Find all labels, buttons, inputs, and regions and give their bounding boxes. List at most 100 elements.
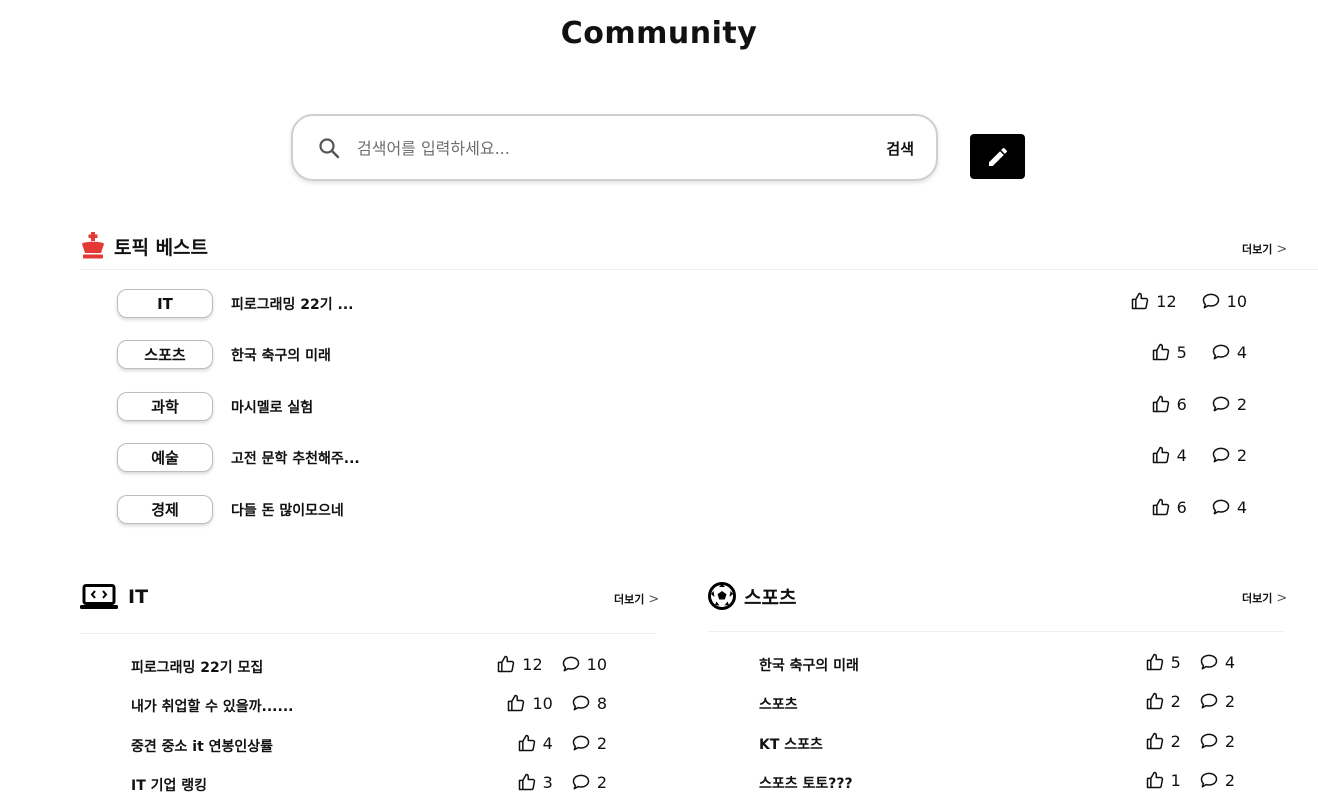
sports-section-title: 스포츠 (744, 586, 797, 609)
like-count: 6 (1151, 394, 1187, 414)
list-item[interactable]: KT 스포츠 2 2 (759, 731, 1235, 757)
post-stats: 54 (1151, 342, 1247, 362)
comment-count: 8 (571, 693, 607, 713)
post-title[interactable]: IT 기업 랭킹 (131, 775, 207, 795)
thumbs-up-icon[interactable] (496, 654, 516, 674)
comment-count: 10 (1201, 291, 1247, 311)
category-tag[interactable]: 예술 (117, 443, 213, 472)
comment-count: 2 (571, 733, 607, 753)
post-stats: 12 (1145, 770, 1235, 790)
like-count: 2 (1145, 731, 1181, 751)
comment-icon[interactable] (1201, 291, 1221, 311)
like-count: 5 (1151, 342, 1187, 362)
it-more-link[interactable]: 더보기 > (614, 591, 659, 607)
post-title[interactable]: 다들 돈 많이모으네 (231, 500, 344, 520)
comment-icon[interactable] (1199, 652, 1219, 672)
thumbs-up-icon[interactable] (1145, 731, 1165, 751)
post-title[interactable]: 스포츠 토토??? (759, 773, 853, 793)
search-icon[interactable] (317, 136, 341, 160)
comment-icon[interactable] (1199, 731, 1219, 751)
topic-best-row[interactable]: IT 피로그래밍 22기 ... 12 10 (117, 289, 1257, 319)
thumbs-up-icon[interactable] (1151, 394, 1171, 414)
comment-icon[interactable] (561, 654, 581, 674)
list-item[interactable]: 중견 중소 it 연봉인상률 4 2 (131, 733, 607, 759)
post-stats: 10 8 (506, 693, 607, 713)
divider (80, 269, 1318, 270)
post-title[interactable]: 피로그래밍 22기 모집 (131, 657, 263, 677)
post-title[interactable]: 한국 축구의 미래 (231, 345, 331, 365)
post-title[interactable]: KT 스포츠 (759, 734, 823, 754)
topic-best-row[interactable]: 과학 마시멜로 실험 6 2 (117, 392, 1257, 422)
category-tag[interactable]: 경제 (117, 495, 213, 524)
pencil-icon (988, 147, 1007, 166)
sports-more-link[interactable]: 더보기 > (1242, 590, 1287, 606)
thumbs-up-icon[interactable] (1130, 291, 1150, 311)
divider (708, 631, 1284, 632)
post-title[interactable]: 내가 취업할 수 있을까...... (131, 696, 293, 716)
comment-icon[interactable] (1211, 497, 1231, 517)
comment-icon[interactable] (1211, 342, 1231, 362)
chevron-right-icon: > (648, 591, 660, 607)
thumbs-up-icon[interactable] (1145, 770, 1165, 790)
comment-count: 2 (1211, 445, 1247, 465)
comment-icon[interactable] (1211, 445, 1231, 465)
thumbs-up-icon[interactable] (517, 733, 537, 753)
comment-icon[interactable] (1199, 770, 1219, 790)
comment-icon[interactable] (1199, 691, 1219, 711)
chevron-right-icon: > (1276, 241, 1288, 257)
more-label: 더보기 (1242, 243, 1273, 256)
thumbs-up-icon[interactable] (506, 693, 526, 713)
comment-icon[interactable] (1211, 394, 1231, 414)
topic-best-more-link[interactable]: 더보기 > (1242, 241, 1287, 257)
post-stats: 64 (1151, 497, 1247, 517)
list-item[interactable]: 내가 취업할 수 있을까...... 10 8 (131, 693, 607, 719)
post-stats: 42 (1151, 445, 1247, 465)
topic-best-row[interactable]: 예술 고전 문학 추천해주... 4 2 (117, 443, 1257, 473)
page-title: Community (560, 16, 758, 51)
list-item[interactable]: 스포츠 2 2 (759, 691, 1235, 717)
search-button[interactable]: 검색 (886, 132, 914, 164)
comment-count: 2 (1211, 394, 1247, 414)
topic-best-header: 토픽 베스트 (80, 232, 208, 260)
crown-icon (82, 232, 104, 259)
list-item[interactable]: 피로그래밍 22기 모집 12 10 (131, 654, 607, 680)
list-item[interactable]: 스포츠 토토??? 1 2 (759, 770, 1235, 796)
thumbs-up-icon[interactable] (1145, 691, 1165, 711)
search-bar: 검색 (291, 114, 938, 181)
thumbs-up-icon[interactable] (1145, 652, 1165, 672)
comment-icon[interactable] (571, 772, 591, 792)
comment-count: 2 (1199, 731, 1235, 751)
post-title[interactable]: 스포츠 (759, 694, 798, 714)
post-stats: 54 (1145, 652, 1235, 672)
post-title[interactable]: 고전 문학 추천해주... (231, 448, 360, 468)
more-label: 더보기 (1242, 592, 1273, 605)
it-section-header: IT (80, 584, 148, 610)
laptop-code-icon (80, 584, 118, 609)
more-label: 더보기 (614, 593, 645, 606)
post-stats: 22 (1145, 691, 1235, 711)
category-tag[interactable]: 스포츠 (117, 340, 213, 369)
post-title[interactable]: 마시멜로 실험 (231, 397, 313, 417)
post-title[interactable]: 중견 중소 it 연봉인상률 (131, 736, 273, 756)
sports-section-header: 스포츠 (708, 582, 796, 610)
post-stats: 12 10 (496, 654, 607, 674)
category-tag[interactable]: IT (117, 289, 213, 318)
category-tag[interactable]: 과학 (117, 392, 213, 421)
thumbs-up-icon[interactable] (1151, 445, 1171, 465)
write-post-button[interactable] (970, 134, 1025, 179)
comment-icon[interactable] (571, 733, 591, 753)
topic-best-row[interactable]: 스포츠 한국 축구의 미래 5 4 (117, 340, 1257, 370)
thumbs-up-icon[interactable] (517, 772, 537, 792)
like-count: 4 (1151, 445, 1187, 465)
thumbs-up-icon[interactable] (1151, 497, 1171, 517)
comment-icon[interactable] (571, 693, 591, 713)
search-input[interactable] (357, 130, 847, 166)
comment-count: 10 (561, 654, 607, 674)
topic-best-row[interactable]: 경제 다들 돈 많이모으네 6 4 (117, 495, 1257, 525)
post-title[interactable]: 한국 축구의 미래 (759, 655, 859, 675)
like-count: 6 (1151, 497, 1187, 517)
post-title[interactable]: 피로그래밍 22기 ... (231, 294, 353, 314)
list-item[interactable]: 한국 축구의 미래 5 4 (759, 652, 1235, 678)
list-item[interactable]: IT 기업 랭킹 3 2 (131, 772, 607, 798)
thumbs-up-icon[interactable] (1151, 342, 1171, 362)
